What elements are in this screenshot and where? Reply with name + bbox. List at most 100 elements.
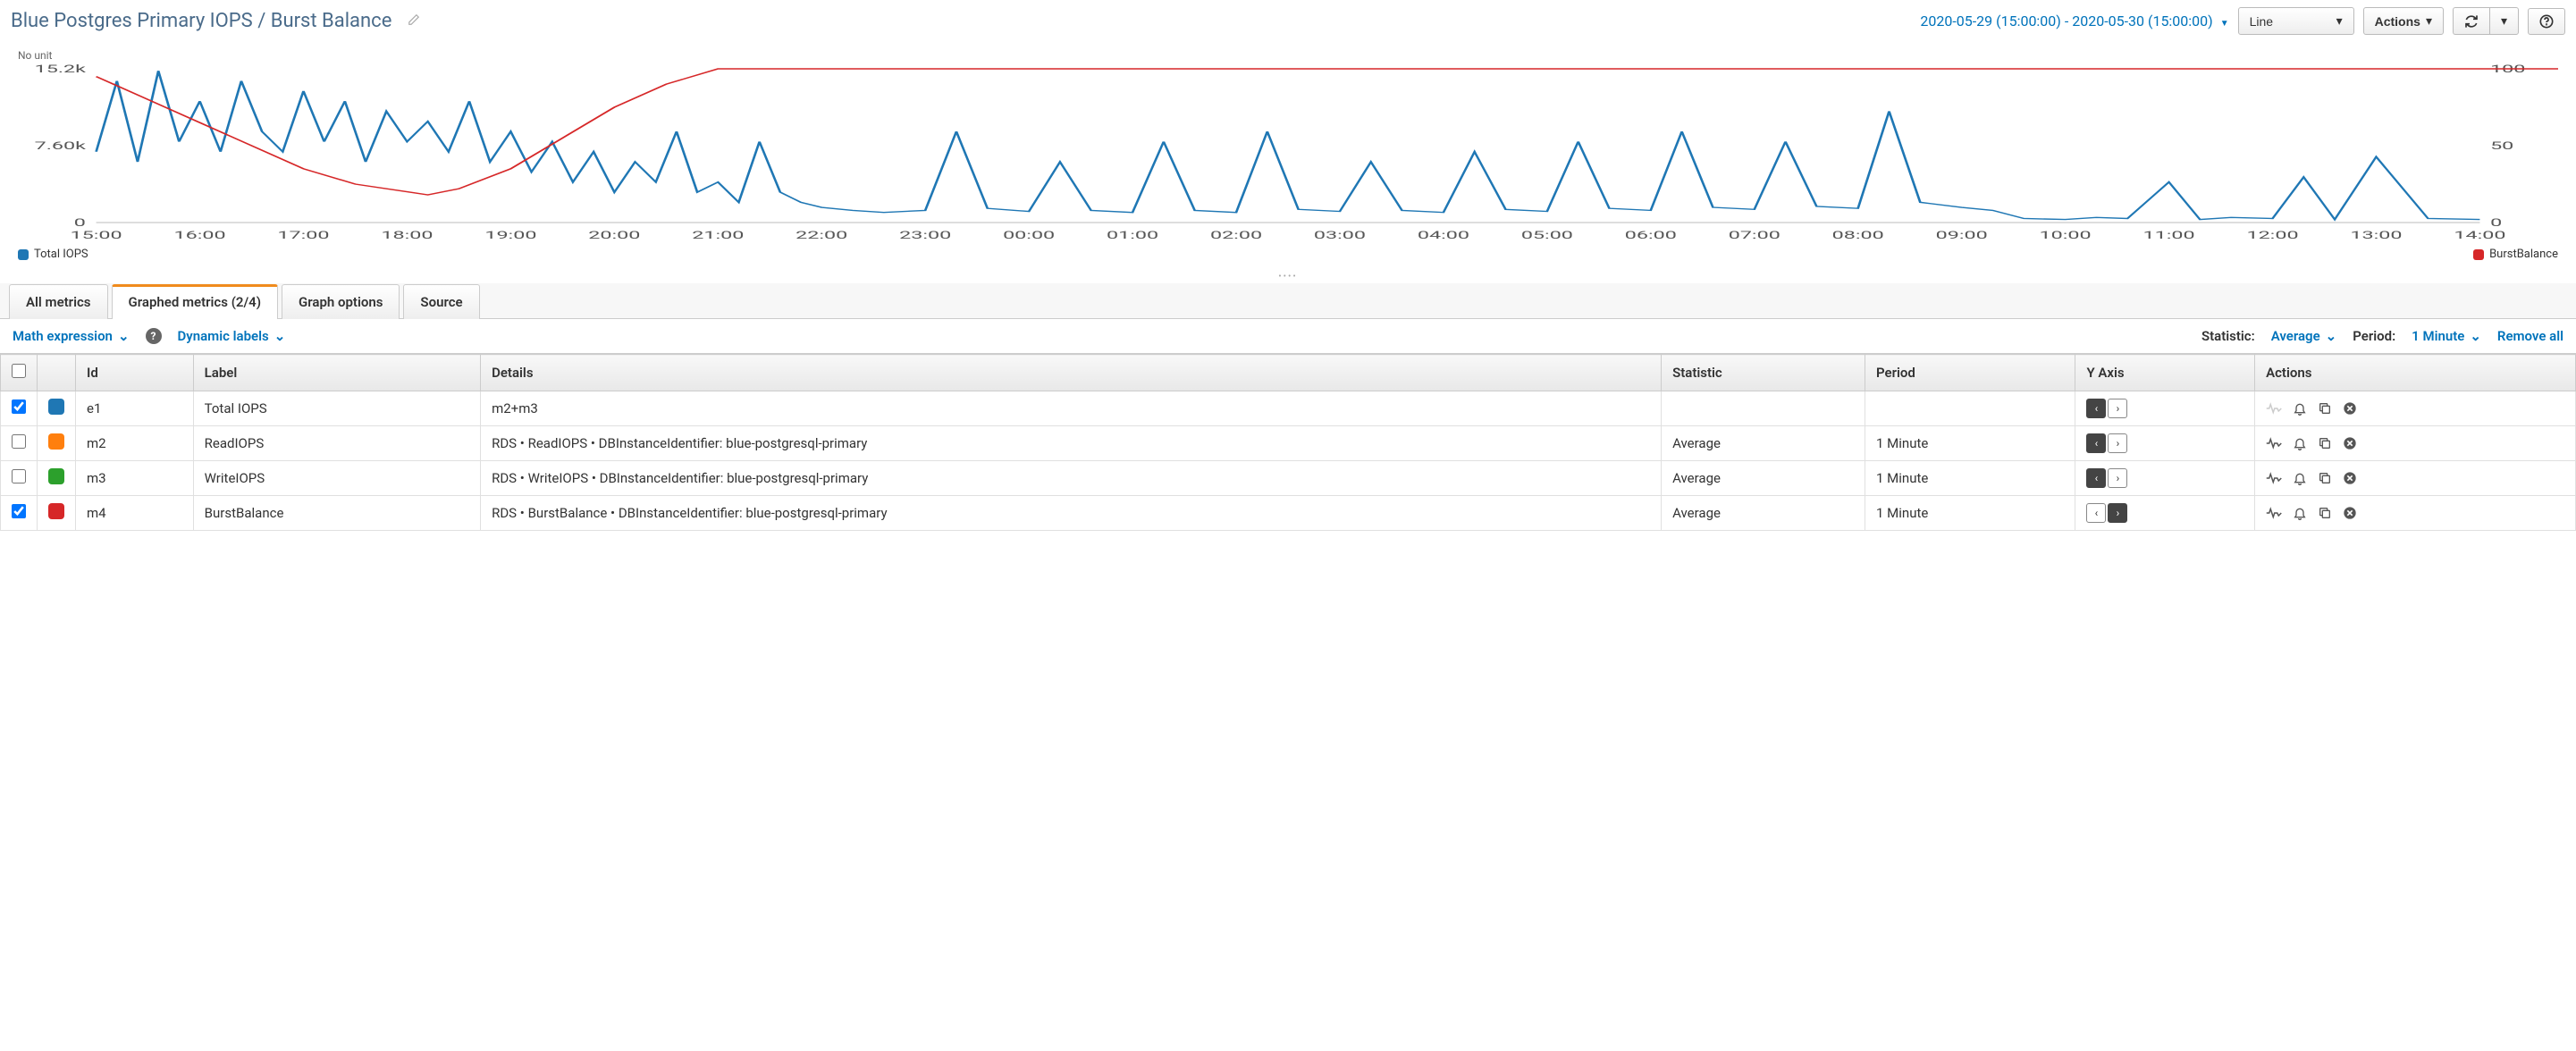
pulse-icon[interactable] xyxy=(2266,402,2282,415)
period-select[interactable]: 1 Minute ⌄ xyxy=(2412,328,2481,344)
math-expression-button[interactable]: Math expression ⌄ xyxy=(13,328,130,344)
row-color-swatch[interactable] xyxy=(48,433,64,450)
row-label[interactable]: ReadIOPS xyxy=(193,426,480,461)
svg-text:15.2k: 15.2k xyxy=(35,63,87,75)
pulse-icon[interactable] xyxy=(2266,507,2282,519)
row-details: m2+m3 xyxy=(481,391,1662,426)
svg-text:01:00: 01:00 xyxy=(1107,229,1158,241)
time-range-picker[interactable]: 2020-05-29 (15:00:00) - 2020-05-30 (15:0… xyxy=(1920,13,2228,29)
svg-text:03:00: 03:00 xyxy=(1314,229,1366,241)
row-statistic[interactable]: Average xyxy=(1662,496,1865,531)
svg-text:02:00: 02:00 xyxy=(1210,229,1262,241)
yaxis-right-button[interactable]: › xyxy=(2108,503,2127,523)
help-button[interactable] xyxy=(2528,8,2565,35)
row-color-swatch[interactable] xyxy=(48,468,64,484)
tab-graph-options[interactable]: Graph options xyxy=(282,284,400,319)
math-expression-help-icon[interactable]: ? xyxy=(146,328,162,344)
refresh-options-button[interactable]: ▾ xyxy=(2489,7,2519,35)
caret-down-icon: ▾ xyxy=(2336,13,2343,29)
yaxis-left-button[interactable]: ‹ xyxy=(2086,433,2106,453)
remove-icon[interactable] xyxy=(2343,436,2357,450)
yaxis-right-button[interactable]: › xyxy=(2108,399,2127,418)
chevron-down-icon: ⌄ xyxy=(274,328,286,344)
yaxis-left-button[interactable]: ‹ xyxy=(2086,399,2106,418)
row-actions-cell xyxy=(2255,391,2576,426)
alarm-icon[interactable] xyxy=(2293,471,2307,485)
svg-text:7.60k: 7.60k xyxy=(35,139,87,152)
page-title: Blue Postgres Primary IOPS / Burst Balan… xyxy=(11,10,391,32)
row-label[interactable]: BurstBalance xyxy=(193,496,480,531)
alarm-icon[interactable] xyxy=(2293,436,2307,450)
row-statistic[interactable]: Average xyxy=(1662,426,1865,461)
yaxis-right-button[interactable]: › xyxy=(2108,433,2127,453)
row-color-swatch[interactable] xyxy=(48,399,64,415)
svg-text:21:00: 21:00 xyxy=(692,229,744,241)
yaxis-left-button[interactable]: ‹ xyxy=(2086,503,2106,523)
row-visibility-checkbox[interactable] xyxy=(12,469,26,483)
svg-text:06:00: 06:00 xyxy=(1625,229,1677,241)
chart-type-value: Line xyxy=(2250,14,2273,29)
row-color-swatch[interactable] xyxy=(48,503,64,519)
pulse-icon[interactable] xyxy=(2266,437,2282,450)
row-label[interactable]: Total IOPS xyxy=(193,391,480,426)
dynamic-labels-button[interactable]: Dynamic labels ⌄ xyxy=(178,328,286,344)
metrics-chart[interactable]: 07.60k15.2k05010015:0016:0017:0018:0019:… xyxy=(18,63,2558,242)
svg-text:0: 0 xyxy=(2490,216,2502,229)
help-icon xyxy=(2539,14,2554,29)
table-header-row: Id Label Details Statistic Period Y Axis… xyxy=(1,355,2576,391)
chart-type-select[interactable]: Line ▾ xyxy=(2238,7,2354,35)
duplicate-icon[interactable] xyxy=(2318,471,2332,485)
actions-label: Actions xyxy=(2375,14,2420,29)
dynamic-labels-label: Dynamic labels xyxy=(178,328,269,344)
row-period[interactable] xyxy=(1865,391,2075,426)
tab-source[interactable]: Source xyxy=(403,284,479,319)
chevron-down-icon: ⌄ xyxy=(2470,328,2481,344)
remove-icon[interactable] xyxy=(2343,506,2357,520)
row-yaxis: ‹› xyxy=(2075,496,2255,531)
table-row: m4BurstBalanceRDS • BurstBalance • DBIns… xyxy=(1,496,2576,531)
select-all-checkbox[interactable] xyxy=(12,364,26,378)
statistic-select[interactable]: Average ⌄ xyxy=(2271,328,2337,344)
edit-title-icon[interactable] xyxy=(408,13,420,29)
caret-down-icon: ▼ xyxy=(2220,19,2229,29)
duplicate-icon[interactable] xyxy=(2318,401,2332,416)
row-period[interactable]: 1 Minute xyxy=(1865,461,2075,496)
svg-text:08:00: 08:00 xyxy=(1832,229,1884,241)
yaxis-left-button[interactable]: ‹ xyxy=(2086,468,2106,488)
pulse-icon[interactable] xyxy=(2266,472,2282,484)
svg-text:22:00: 22:00 xyxy=(796,229,847,241)
refresh-group: ▾ xyxy=(2453,7,2519,35)
row-label[interactable]: WriteIOPS xyxy=(193,461,480,496)
row-visibility-checkbox[interactable] xyxy=(12,434,26,449)
row-visibility-checkbox[interactable] xyxy=(12,399,26,414)
svg-text:17:00: 17:00 xyxy=(277,229,329,241)
refresh-button[interactable] xyxy=(2453,7,2489,35)
tab-graphed-metrics[interactable]: Graphed metrics (2/4) xyxy=(112,284,279,319)
remove-icon[interactable] xyxy=(2343,401,2357,416)
row-visibility-checkbox[interactable] xyxy=(12,504,26,518)
yaxis-header: Y Axis xyxy=(2075,355,2255,391)
period-value: 1 Minute xyxy=(2412,328,2464,344)
alarm-icon[interactable] xyxy=(2293,506,2307,520)
legend-item-total-iops[interactable]: Total IOPS xyxy=(18,248,88,261)
resize-handle[interactable]: •••• xyxy=(0,270,2576,283)
row-statistic[interactable] xyxy=(1662,391,1865,426)
metrics-toolbar: Math expression ⌄ ? Dynamic labels ⌄ Sta… xyxy=(0,319,2576,354)
tab-all-metrics[interactable]: All metrics xyxy=(9,284,108,319)
duplicate-icon[interactable] xyxy=(2318,436,2332,450)
actions-button[interactable]: Actions ▾ xyxy=(2363,7,2444,35)
row-period[interactable]: 1 Minute xyxy=(1865,496,2075,531)
yaxis-right-button[interactable]: › xyxy=(2108,468,2127,488)
duplicate-icon[interactable] xyxy=(2318,506,2332,520)
legend-item-burst-balance[interactable]: BurstBalance xyxy=(2473,248,2558,261)
alarm-icon[interactable] xyxy=(2293,401,2307,416)
row-statistic[interactable]: Average xyxy=(1662,461,1865,496)
remove-icon[interactable] xyxy=(2343,471,2357,485)
statistic-label: Statistic: xyxy=(2201,328,2255,344)
legend-label: BurstBalance xyxy=(2489,248,2558,261)
remove-all-button[interactable]: Remove all xyxy=(2497,328,2563,344)
legend-label: Total IOPS xyxy=(34,248,88,261)
svg-text:12:00: 12:00 xyxy=(2246,229,2298,241)
row-details: RDS • ReadIOPS • DBInstanceIdentifier: b… xyxy=(481,426,1662,461)
row-period[interactable]: 1 Minute xyxy=(1865,426,2075,461)
